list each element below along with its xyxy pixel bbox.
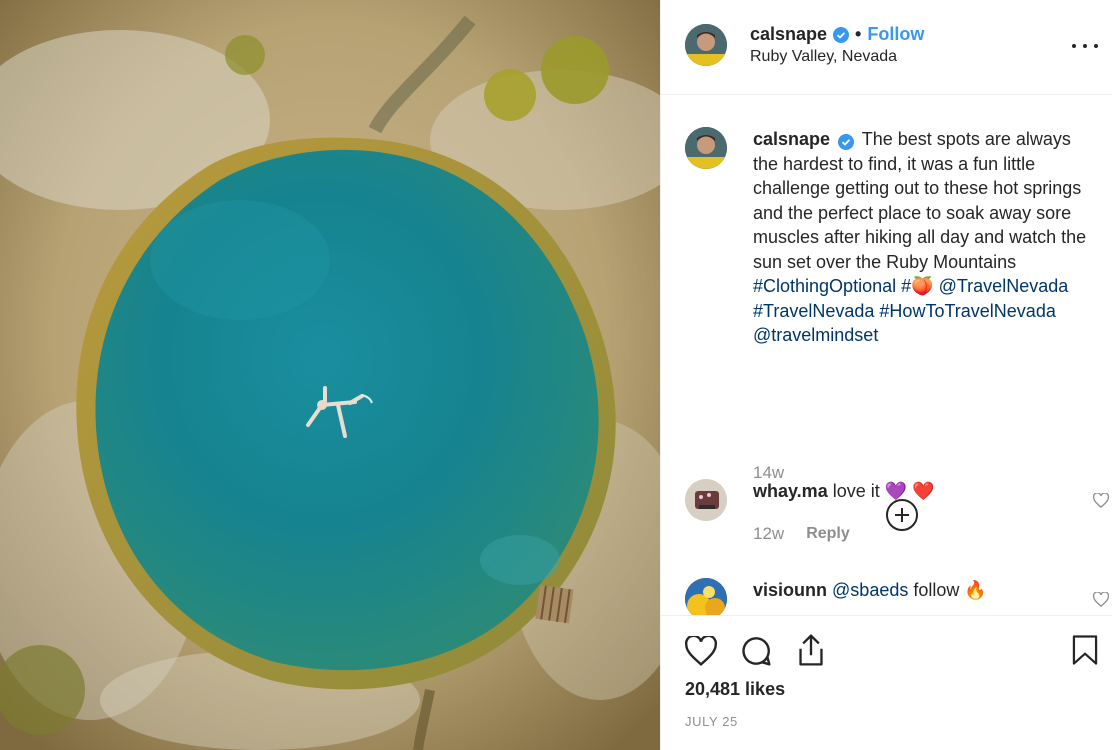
comment-like-heart-icon[interactable] [1092, 492, 1110, 513]
post-photo[interactable] [0, 0, 660, 750]
separator-dot: • [855, 24, 862, 44]
share-icon[interactable] [795, 633, 827, 672]
comment-body: follow 🔥 [913, 580, 987, 600]
verified-badge-icon [833, 26, 850, 43]
comment-timestamp: 12w [753, 524, 785, 543]
post-header: calsnape • Follow Ruby Valley, Nevada [661, 0, 1112, 95]
caption-body: The best spots are always the hardest to… [753, 129, 1087, 272]
author-line: calsnape • Follow [750, 24, 924, 45]
post-location[interactable]: Ruby Valley, Nevada [750, 48, 897, 66]
comment-icon[interactable] [740, 635, 772, 672]
bookmark-icon[interactable] [1071, 634, 1099, 671]
caption-avatar[interactable] [685, 127, 727, 169]
caption-text: calsnape The best spots are always the h… [753, 127, 1095, 348]
mention-link[interactable]: @travelmindset [753, 325, 878, 345]
comment-username[interactable]: whay.ma [753, 481, 828, 501]
comments-section[interactable]: calsnape The best spots are always the h… [661, 95, 1112, 615]
action-bar: 20,481 likes JULY 25 [661, 615, 1112, 750]
post-side-panel: calsnape • Follow Ruby Valley, Nevada ca… [660, 0, 1112, 750]
author-avatar[interactable] [685, 24, 727, 66]
comment-item: visiounn @sbaeds follow 🔥 [685, 578, 1110, 615]
mention-link[interactable]: @TravelNevada [939, 276, 1069, 296]
reply-button[interactable]: Reply [806, 525, 850, 543]
likes-count[interactable]: 20,481 likes [685, 679, 785, 700]
post-date: JULY 25 [685, 714, 738, 729]
hot-spring-aerial-image [0, 0, 660, 750]
commenter-avatar[interactable] [685, 479, 727, 521]
hashtag-link[interactable]: #🍑 [901, 276, 933, 296]
comment-like-heart-icon[interactable] [1092, 591, 1110, 612]
like-heart-icon[interactable] [684, 634, 718, 671]
hashtag-link[interactable]: #ClothingOptional [753, 276, 896, 296]
comment-body: love it 💜 ❤️ [832, 481, 935, 501]
more-options-icon[interactable] [1072, 36, 1098, 56]
comment-meta: 12w Reply [753, 524, 1097, 544]
comment-item: whay.ma love it 💜 ❤️ 12w Reply [685, 479, 1110, 544]
follow-button[interactable]: Follow [867, 24, 924, 45]
verified-badge-icon [838, 134, 855, 150]
post-caption: calsnape The best spots are always the h… [685, 127, 1095, 348]
comment-username[interactable]: visiounn [753, 580, 827, 600]
mention-link[interactable]: @sbaeds [832, 580, 908, 600]
comment-text: whay.ma love it 💜 ❤️ [753, 479, 1097, 503]
hashtag-link[interactable]: #TravelNevada [753, 301, 874, 321]
author-username[interactable]: calsnape [750, 24, 827, 45]
hashtag-link[interactable]: #HowToTravelNevada [879, 301, 1055, 321]
comment-text: visiounn @sbaeds follow 🔥 [753, 578, 1097, 602]
commenter-avatar[interactable] [685, 578, 727, 615]
caption-username[interactable]: calsnape [753, 129, 830, 149]
